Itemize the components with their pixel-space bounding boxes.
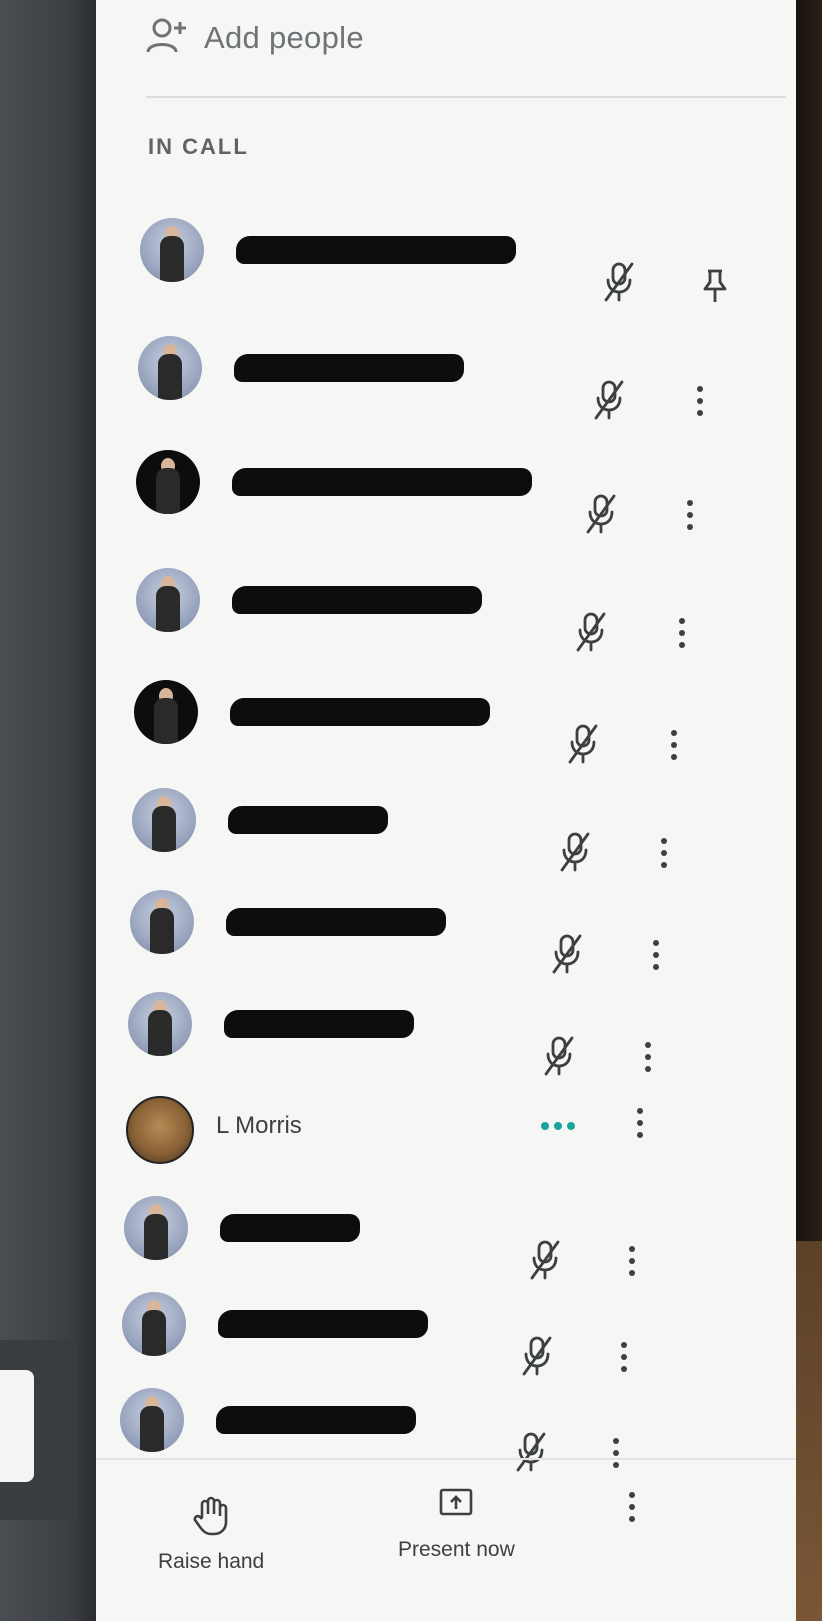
redacted-name <box>226 908 446 936</box>
mic-off-icon[interactable] <box>592 378 626 422</box>
mic-off-icon[interactable] <box>574 610 608 654</box>
more-options-icon[interactable] <box>610 1436 622 1470</box>
add-people-label: Add people <box>204 20 364 55</box>
participant-row[interactable] <box>96 568 796 668</box>
hand-icon <box>192 1496 230 1550</box>
participant-row[interactable] <box>96 1196 796 1296</box>
more-options-icon[interactable] <box>618 1340 630 1374</box>
more-options-icon[interactable] <box>676 616 688 650</box>
pin-icon[interactable] <box>700 268 730 304</box>
participant-avatar <box>120 1388 184 1452</box>
participant-avatar <box>126 1096 194 1164</box>
in-call-section-title: IN CALL <box>148 134 249 159</box>
mic-off-icon[interactable] <box>550 932 584 976</box>
more-options-icon[interactable] <box>658 836 670 870</box>
redacted-name <box>218 1310 428 1338</box>
more-options-icon[interactable] <box>642 1040 654 1074</box>
participant-name: L Morris <box>216 1112 302 1139</box>
left-partial-card <box>0 1370 34 1482</box>
more-options-icon[interactable] <box>684 498 696 532</box>
redacted-name <box>230 698 490 726</box>
more-options-icon[interactable] <box>694 384 706 418</box>
present-screen-icon <box>437 1484 475 1538</box>
participant-avatar <box>136 568 200 632</box>
bottom-divider <box>96 1458 796 1460</box>
speaking-indicator-icon <box>540 1118 576 1130</box>
mic-off-icon[interactable] <box>514 1430 548 1474</box>
redacted-name <box>232 468 532 496</box>
redacted-name <box>228 806 388 834</box>
more-options-icon[interactable] <box>626 1244 638 1278</box>
mic-off-icon[interactable] <box>542 1034 576 1078</box>
mic-off-icon[interactable] <box>566 722 600 766</box>
participant-row[interactable] <box>96 336 796 436</box>
participant-row[interactable] <box>96 680 796 780</box>
mic-off-icon[interactable] <box>520 1334 554 1378</box>
participant-row[interactable] <box>96 992 796 1092</box>
participant-avatar <box>128 992 192 1056</box>
add-person-icon <box>146 16 190 61</box>
mic-off-icon[interactable] <box>558 830 592 874</box>
add-people-button[interactable]: Add people <box>146 8 364 68</box>
participant-avatar <box>130 890 194 954</box>
participant-avatar <box>138 336 202 400</box>
more-options-icon[interactable] <box>634 1106 646 1140</box>
participant-row[interactable] <box>96 1388 796 1488</box>
participant-row[interactable] <box>96 890 796 990</box>
redacted-name <box>224 1010 414 1038</box>
header-divider <box>146 96 786 98</box>
redacted-name <box>216 1406 416 1434</box>
people-panel: Add people IN CALL L Morris Raise hand P… <box>96 0 796 1621</box>
raise-hand-label: Raise hand <box>158 1550 265 1573</box>
more-options-icon[interactable] <box>650 938 662 972</box>
present-now-button[interactable]: Present now <box>398 1484 515 1562</box>
participant-row[interactable] <box>96 788 796 888</box>
participant-avatar <box>140 218 204 282</box>
participant-row[interactable] <box>96 450 796 550</box>
raise-hand-button[interactable]: Raise hand <box>158 1496 264 1574</box>
redacted-name <box>220 1214 360 1242</box>
participant-avatar <box>136 450 200 514</box>
redacted-name <box>236 236 516 264</box>
redacted-name <box>234 354 464 382</box>
participant-avatar <box>132 788 196 852</box>
mic-off-icon[interactable] <box>602 260 636 304</box>
participant-row[interactable] <box>96 1292 796 1392</box>
mic-off-icon[interactable] <box>528 1238 562 1282</box>
present-now-label: Present now <box>398 1538 515 1561</box>
participant-avatar <box>134 680 198 744</box>
more-options-icon[interactable] <box>626 1490 638 1524</box>
more-options-icon[interactable] <box>668 728 680 762</box>
participant-row[interactable]: L Morris <box>96 1096 796 1196</box>
redacted-name <box>232 586 482 614</box>
participant-row[interactable] <box>96 218 796 318</box>
mic-off-icon[interactable] <box>584 492 618 536</box>
participant-avatar <box>124 1196 188 1260</box>
participant-avatar <box>122 1292 186 1356</box>
